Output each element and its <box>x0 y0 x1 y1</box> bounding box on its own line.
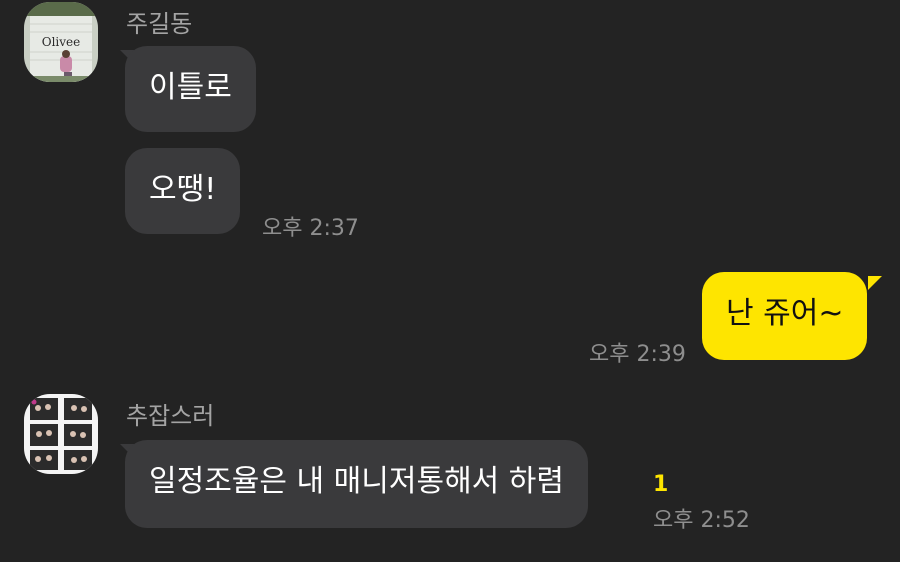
unread-count: 1 <box>653 472 669 497</box>
photo-booth-strip-icon <box>24 394 98 474</box>
svg-text:Olivee: Olivee <box>42 35 81 49</box>
message-time: 오후 2:52 <box>653 508 750 533</box>
avatar-jugildong[interactable]: Olivee <box>24 2 98 82</box>
avatar-chujapseureo[interactable] <box>24 394 98 474</box>
message-time: 오후 2:37 <box>262 216 359 241</box>
message-bubble[interactable]: 이틀로 <box>125 46 256 132</box>
bubble-tail <box>868 276 882 290</box>
storefront-photo-icon: Olivee <box>24 2 98 82</box>
chat-room: Olivee 주길동 이틀로 오땡! 오후 2:37 난 쥬어~ 오후 2:39 <box>0 0 900 562</box>
message-bubble[interactable]: 오땡! <box>125 148 241 234</box>
my-message-bubble[interactable]: 난 쥬어~ <box>702 272 868 360</box>
sender-name: 주길동 <box>126 10 193 38</box>
message-time: 오후 2:39 <box>589 342 686 367</box>
sender-name: 추잡스러 <box>126 402 215 430</box>
message-bubble[interactable]: 일정조율은 내 매니저통해서 하렴 <box>125 440 589 528</box>
